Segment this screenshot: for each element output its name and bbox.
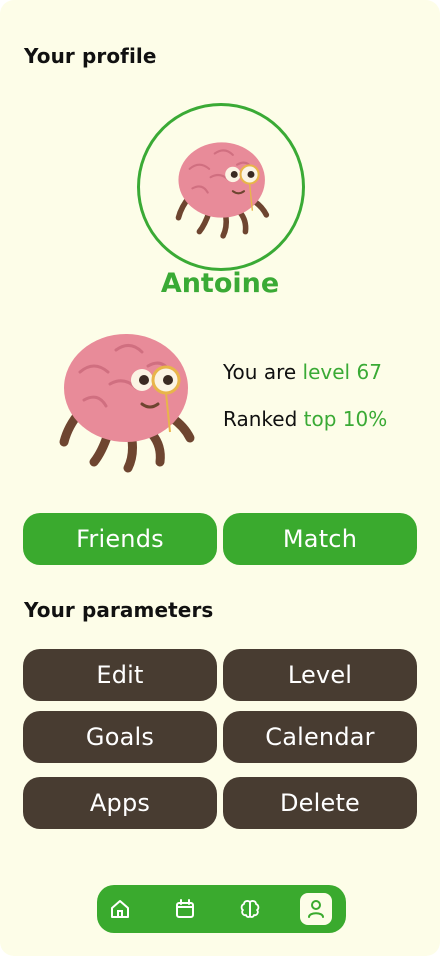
nav-home[interactable] — [104, 893, 136, 925]
avatar[interactable] — [137, 103, 305, 271]
brain-icon — [240, 900, 260, 918]
nav-brain[interactable] — [234, 893, 266, 925]
apps-button[interactable]: Apps — [23, 777, 217, 829]
brain-mascot-icon — [59, 334, 195, 473]
nav-calendar[interactable] — [169, 893, 201, 925]
rank-value: top 10% — [303, 407, 388, 431]
rank-prefix: Ranked — [223, 407, 298, 431]
bottom-nav — [97, 885, 346, 933]
goals-button[interactable]: Goals — [23, 711, 217, 763]
edit-button[interactable]: Edit — [23, 649, 217, 701]
level-stat: You are level 67 — [223, 360, 382, 384]
friends-button[interactable]: Friends — [23, 513, 217, 565]
calendar-button[interactable]: Calendar — [223, 711, 417, 763]
page-title: Your profile — [24, 44, 157, 68]
parameters-title: Your parameters — [24, 598, 214, 622]
level-value: level 67 — [302, 360, 382, 384]
nav-profile[interactable] — [300, 893, 332, 925]
home-icon — [111, 900, 129, 918]
profile-screen: Your profile Antoine You are level 67 Ra… — [0, 0, 440, 956]
rank-stat: Ranked top 10% — [223, 407, 387, 431]
delete-button[interactable]: Delete — [223, 777, 417, 829]
brain-mascot-icon — [175, 142, 270, 239]
level-button[interactable]: Level — [223, 649, 417, 701]
match-button[interactable]: Match — [223, 513, 417, 565]
brain-mascot-illustration — [50, 322, 200, 474]
username: Antoine — [160, 268, 280, 299]
user-icon — [308, 900, 324, 918]
calendar-icon — [176, 899, 194, 918]
level-prefix: You are — [223, 360, 297, 384]
